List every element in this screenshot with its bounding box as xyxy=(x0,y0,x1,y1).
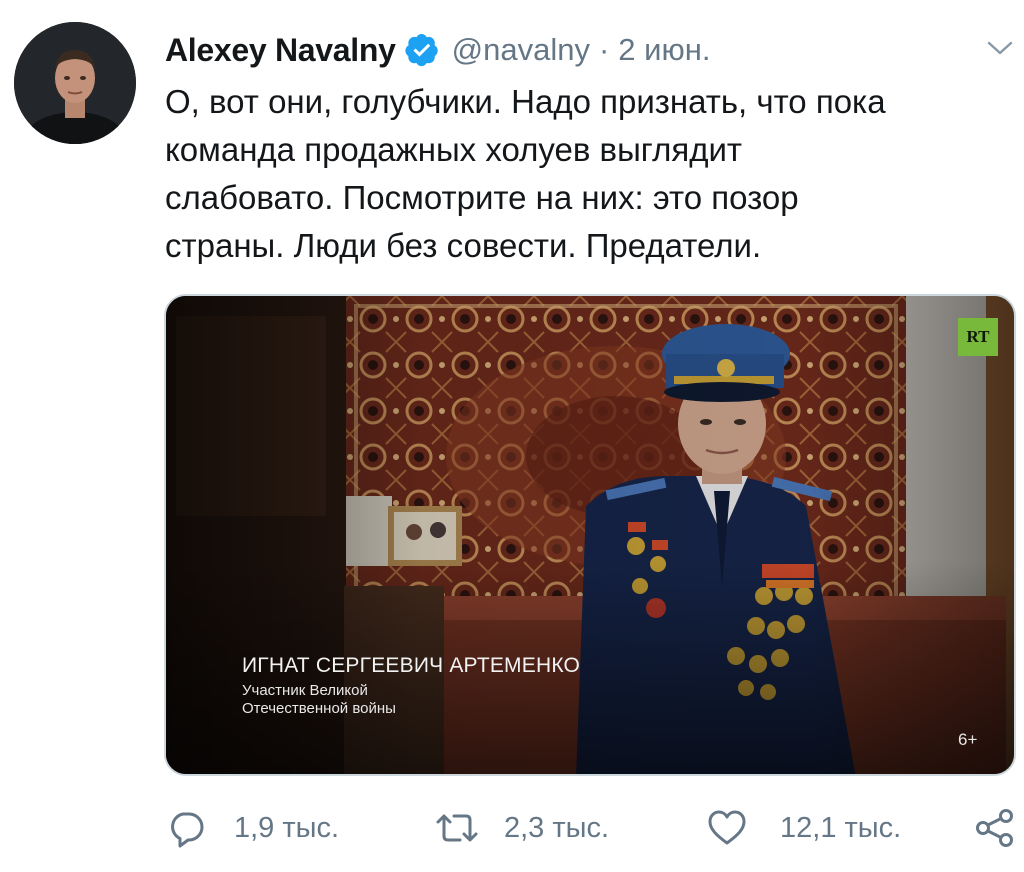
author-display-name[interactable]: Alexey Navalny xyxy=(165,32,396,69)
tweet-date[interactable]: 2 июн. xyxy=(618,32,710,68)
like-count: 12,1 тыс. xyxy=(780,811,902,844)
share-icon xyxy=(974,807,1016,849)
tweet-header: Alexey Navalny @navalny · 2 июн. xyxy=(165,28,710,72)
tweet-text: О, вот они, голубчики. Надо признать, чт… xyxy=(165,83,886,264)
like-icon xyxy=(706,808,748,848)
retweet-button[interactable]: 2,3 тыс. xyxy=(434,800,609,856)
reply-count: 1,9 тыс. xyxy=(234,811,340,844)
share-button[interactable] xyxy=(974,800,1016,856)
retweet-icon xyxy=(434,808,480,848)
author-handle[interactable]: @navalny xyxy=(452,32,590,68)
chevron-down-icon[interactable] xyxy=(984,34,1016,62)
verified-badge-icon xyxy=(404,32,440,68)
video-caption-name: ИГНАТ СЕРГЕЕВИЧ АРТЕМЕНКО xyxy=(242,654,581,677)
reply-button[interactable]: 1,9 тыс. xyxy=(166,800,339,856)
tweet: Alexey Navalny @navalny · 2 июн. О, вот … xyxy=(0,0,1024,872)
avatar[interactable] xyxy=(14,22,136,144)
channel-logo: RT xyxy=(958,318,998,356)
retweet-count: 2,3 тыс. xyxy=(504,811,610,844)
tweet-actions-bar: 1,9 тыс. 2,3 тыс. 12,1 тыс. xyxy=(0,800,1024,856)
tweet-media-video[interactable]: RT ИГНАТ СЕРГЕЕВИЧ АРТЕМЕНКО Участник Ве… xyxy=(164,294,1016,776)
video-caption-subtitle: Участник Великой Отечественной войны xyxy=(242,682,396,717)
separator-dot: · xyxy=(598,32,610,67)
like-button[interactable]: 12,1 тыс. xyxy=(706,800,901,856)
reply-icon xyxy=(166,808,206,848)
age-rating-badge: 6+ xyxy=(958,730,978,749)
